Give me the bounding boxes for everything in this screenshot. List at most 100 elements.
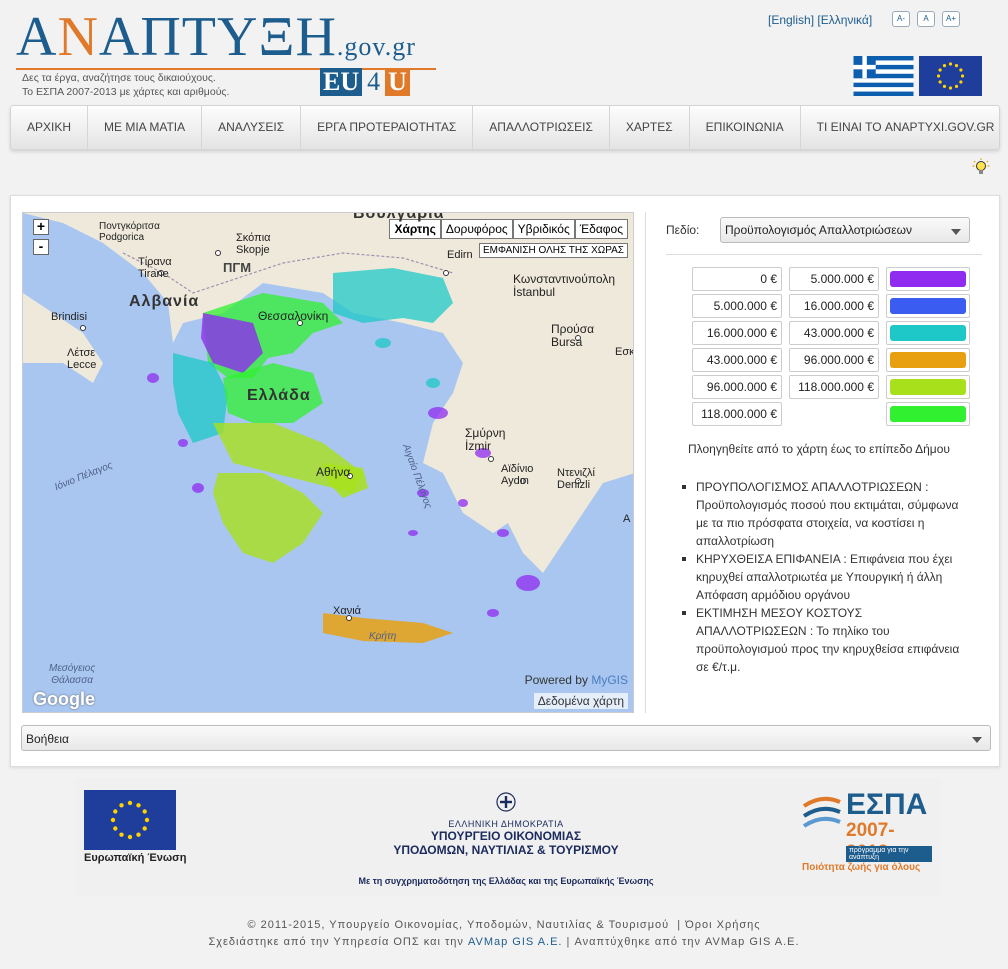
nav-item-expropriations[interactable]: ΑΠΑΛΛΟΤΡΙΩΣΕΙΣ xyxy=(473,106,610,149)
nav-item-maps[interactable]: ΧΑΡΤΕΣ xyxy=(610,106,690,149)
cofunding-note: Με τη συγχρηματοδότηση της Ελλάδας και τ… xyxy=(358,876,654,886)
region-peloponnese[interactable] xyxy=(213,473,323,563)
lightbulb-icon[interactable] xyxy=(972,158,990,178)
mygis-link[interactable]: MyGIS xyxy=(591,673,628,687)
terms-link[interactable]: Όροι Χρήσης xyxy=(685,919,760,931)
map-label-crete: Κρήτη xyxy=(369,631,397,642)
map-label-istanbul: Κωνσταντινούπολη İstanbul xyxy=(513,272,616,299)
eu4u-logo: EU 4 U xyxy=(320,68,410,96)
legend-row: 5.000.000 € 16.000.000 € xyxy=(692,294,972,318)
logo-text: ΑΝΑΠΤΥΞΗ.gov.gr xyxy=(16,6,416,68)
legend-row: 96.000.000 € 118.000.000 € xyxy=(692,375,972,399)
greek-emblem-icon xyxy=(496,792,516,812)
definition-item: ΕΚΤΙΜΗΣΗ ΜΕΣΟΥ ΚΟΣΤΟΥΣ ΑΠΑΛΛΟΤΡΙΩΣΕΩΝ : … xyxy=(682,604,972,676)
map-label-greece: Ελλάδα xyxy=(247,387,311,404)
lang-greek-link[interactable]: [Ελληνικά] xyxy=(817,13,872,27)
eu-flag-icon xyxy=(84,790,176,850)
field-select-value: Προϋπολογισμός Απαλλοτριώσεων xyxy=(725,223,912,237)
eu-flag-icon xyxy=(919,56,982,96)
nav-item-analyses[interactable]: ΑΝΑΛΥΣΕΙΣ xyxy=(202,106,302,149)
font-size-controls: A- A A+ xyxy=(892,11,960,27)
map-view[interactable]: + - Χάρτης Δορυφόρος Υβριδικός Έδαφος ΕΜ… xyxy=(22,212,634,713)
map-label-pgm: ΠΓΜ xyxy=(223,260,252,275)
zoom-out-button[interactable]: - xyxy=(33,239,49,255)
zoom-in-button[interactable]: + xyxy=(33,219,49,235)
legend-from: 118.000.000 € xyxy=(692,402,782,426)
definitions-list: ΠΡΟΥΠΟΛΟΓΙΣΜΟΣ ΑΠΑΛΛΟΤΡΙΩΣΕΩΝ : Προϋπολο… xyxy=(682,478,972,676)
font-increase-button[interactable]: A+ xyxy=(942,11,960,27)
legend-swatch xyxy=(886,348,970,372)
field-label: Πεδίο: xyxy=(666,223,700,237)
map-type-hybrid[interactable]: Υβριδικός xyxy=(512,219,575,239)
map-label-podgorica: Ποντγκόριτσα Podgorica xyxy=(99,221,160,243)
nav-item-contact[interactable]: ΕΠΙΚΟΙΝΩΝΙΑ xyxy=(690,106,801,149)
greek-flag-icon xyxy=(853,56,914,96)
footer-logos: Ευρωπαϊκή Ένωση ΕΛΛΗΝΙΚΗ ΔΗΜΟΚΡΑΤΙΑ ΥΠΟΥ… xyxy=(76,778,940,896)
map-label-edirne: Edirn xyxy=(447,249,473,261)
map-label-thessaloniki: Θεσσαλονίκη xyxy=(258,309,329,323)
main-nav: ΑΡΧΙΚΗ ΜΕ ΜΙΑ ΜΑΤΙΑ ΑΝΑΛΥΣΕΙΣ ΕΡΓΑ ΠΡΟΤΕ… xyxy=(10,105,1000,150)
legend-row: 0 € 5.000.000 € xyxy=(692,267,972,291)
map-label-denizli: Ντενιζλί Denizli xyxy=(557,467,595,491)
site-tagline: Δες τα έργα, αναζήτησε τους δικαιούχους.… xyxy=(22,72,230,98)
map-label-lecce: Λέτσε Lecce xyxy=(67,347,97,371)
map-label-izmir: Σμύρνη İzmir xyxy=(465,426,506,453)
eu-label: Ευρωπαϊκή Ένωση xyxy=(84,852,187,864)
definition-item: ΚΗΡΥΧΘΕΙΣΑ ΕΠΙΦΑΝΕΙΑ : Επιφάνεια που έχε… xyxy=(682,550,972,604)
espa-waves-icon xyxy=(802,796,841,828)
site-logo[interactable]: ΑΝΑΠΤΥΞΗ.gov.gr Δες τα έργα, αναζήτησε τ… xyxy=(16,6,436,98)
font-reset-button[interactable]: A xyxy=(917,11,935,27)
map-label-athens: Αθήνα xyxy=(316,465,351,479)
legend-from: 96.000.000 € xyxy=(692,375,782,399)
map-label-a: Α xyxy=(623,513,631,525)
legend-color xyxy=(890,298,966,314)
map-data-link[interactable]: Δεδομένα χάρτη xyxy=(533,693,628,709)
map-label-brindisi: Brindisi xyxy=(51,311,88,323)
legend-swatch xyxy=(886,321,970,345)
legend-panel: Πεδίο: Προϋπολογισμός Απαλλοτριώσεων 0 €… xyxy=(645,212,991,713)
ministry-logo: ΕΛΛΗΝΙΚΗ ΔΗΜΟΚΡΑΤΙΑ ΥΠΟΥΡΓΕΙΟ ΟΙΚΟΝΟΜΙΑΣ… xyxy=(366,792,646,857)
map-type-terrain[interactable]: Έδαφος xyxy=(574,219,628,239)
show-whole-country-button[interactable]: ΕΜΦΑΝΙΣΗ ΟΛΗΣ ΤΗΣ ΧΩΡΑΣ xyxy=(478,243,628,258)
map-type-satellite[interactable]: Δορυφόρος xyxy=(440,219,513,239)
help-dropdown[interactable]: Βοήθεια xyxy=(21,725,991,751)
legend-swatch xyxy=(886,267,970,291)
legend-to: 96.000.000 € xyxy=(789,348,879,372)
legend-color xyxy=(890,406,966,422)
map-label-mediterranean: Μεσόγειος Θάλασσα xyxy=(49,663,96,686)
chevron-down-icon xyxy=(951,229,961,235)
legend-color xyxy=(890,271,966,287)
avmap-link[interactable]: AVMap GIS A.E. xyxy=(468,936,563,948)
lang-english-link[interactable]: [English] xyxy=(768,13,814,27)
font-decrease-button[interactable]: A- xyxy=(892,11,910,27)
language-switcher: [English] [Ελληνικά] xyxy=(768,13,872,27)
map-label-skopje: Σκόπια Skopje xyxy=(236,232,271,256)
field-select[interactable]: Προϋπολογισμός Απαλλοτριώσεων xyxy=(720,217,970,243)
legend-row: 118.000.000 € xyxy=(692,402,972,426)
legend-from: 16.000.000 € xyxy=(692,321,782,345)
chevron-down-icon xyxy=(972,737,982,743)
nav-item-about[interactable]: ΤΙ ΕΙΝΑΙ ΤΟ ANAPTYXI.GOV.GR xyxy=(801,106,1008,149)
help-label: Βοήθεια xyxy=(26,732,69,746)
legend-row: 16.000.000 € 43.000.000 € xyxy=(692,321,972,345)
legend-swatch xyxy=(886,375,970,399)
nav-item-overview[interactable]: ΜΕ ΜΙΑ ΜΑΤΙΑ xyxy=(88,106,203,149)
legend-to: 43.000.000 € xyxy=(789,321,879,345)
nav-item-priority-projects[interactable]: ΕΡΓΑ ΠΡΟΤΕΡΑΙΟΤΗΤΑΣ xyxy=(301,106,474,149)
divider xyxy=(666,254,982,255)
nav-item-home[interactable]: ΑΡΧΙΚΗ xyxy=(11,106,89,149)
map-label-bulgaria: Βουλγαρία xyxy=(353,212,445,222)
legend-color xyxy=(890,352,966,368)
legend-to: 5.000.000 € xyxy=(789,267,879,291)
google-logo: Google xyxy=(33,689,95,709)
map-label-albania: Αλβανία xyxy=(129,293,200,310)
definition-item: ΠΡΟΥΠΟΛΟΓΙΣΜΟΣ ΑΠΑΛΛΟΤΡΙΩΣΕΩΝ : Προϋπολο… xyxy=(682,478,972,550)
legend-to: 16.000.000 € xyxy=(789,294,879,318)
map-label-tirana: Τίρανα Tirane xyxy=(138,256,172,280)
navigation-hint: Πλοηγηθείτε από το χάρτη έως το επίπεδο … xyxy=(688,442,950,456)
legend-from: 43.000.000 € xyxy=(692,348,782,372)
map-label-aydin: Αϊδίνιο Aydın xyxy=(501,463,534,487)
map-panel: + - Χάρτης Δορυφόρος Υβριδικός Έδαφος ΕΜ… xyxy=(10,195,1000,767)
legend-to: 118.000.000 € xyxy=(789,375,879,399)
map-label-bursa: Προύσα Bursa xyxy=(551,322,595,349)
